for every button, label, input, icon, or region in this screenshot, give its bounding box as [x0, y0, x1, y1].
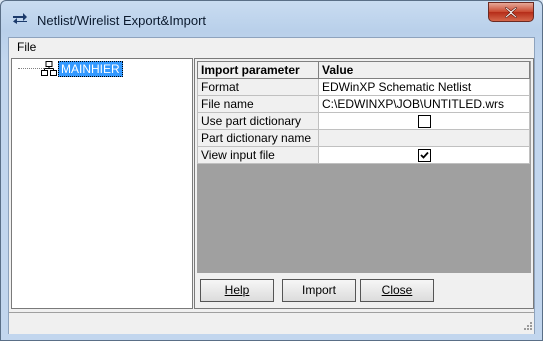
- help-button-label: Help: [224, 283, 250, 297]
- checkmark-icon: [419, 152, 429, 159]
- file-name-value[interactable]: C:\EDWINXP\JOB\UNTITLED.wrs: [318, 95, 530, 113]
- import-button[interactable]: Import: [282, 279, 356, 302]
- format-value[interactable]: EDWinXP Schematic Netlist: [318, 78, 530, 96]
- client-area: File MAINHIER Import parameter Value For…: [8, 37, 535, 334]
- menu-file[interactable]: File: [15, 40, 38, 54]
- resize-grip-icon[interactable]: [521, 321, 533, 333]
- table-row: Use part dictionary: [197, 112, 530, 130]
- close-button-label: Close: [381, 283, 413, 297]
- use-part-dictionary-checkbox[interactable]: [417, 115, 431, 129]
- row-label-use-part-dictionary: Use part dictionary: [197, 112, 319, 130]
- hierarchy-tree[interactable]: MAINHIER: [11, 58, 193, 309]
- column-header-value: Value: [318, 61, 530, 79]
- table-row: View input file: [197, 146, 530, 164]
- status-bar: [9, 312, 534, 334]
- help-button[interactable]: Help: [200, 279, 274, 302]
- swap-arrows-icon: [13, 13, 27, 24]
- table-row: Format EDWinXP Schematic Netlist: [197, 78, 530, 96]
- use-part-dictionary-cell: [318, 112, 530, 130]
- close-button[interactable]: Close: [360, 279, 434, 302]
- row-label-file-name: File name: [197, 95, 319, 113]
- parameters-panel: Import parameter Value Format EDWinXP Sc…: [194, 58, 534, 309]
- row-label-view-input-file: View input file: [197, 146, 319, 164]
- menu-bar: File: [9, 38, 534, 56]
- part-dictionary-name-value[interactable]: [318, 129, 530, 147]
- row-label-format: Format: [197, 78, 319, 96]
- view-input-file-checkbox[interactable]: [417, 149, 431, 163]
- view-input-file-cell: [318, 146, 530, 164]
- dialog-window: Netlist/Wirelist Export&Import File MAIN…: [0, 0, 543, 341]
- parameters-grid: Import parameter Value Format EDWinXP Sc…: [197, 61, 531, 273]
- parameters-table: Import parameter Value Format EDWinXP Sc…: [197, 61, 530, 164]
- column-header-parameter: Import parameter: [197, 61, 319, 79]
- table-header-row: Import parameter Value: [197, 61, 530, 79]
- table-row: File name C:\EDWINXP\JOB\UNTITLED.wrs: [197, 95, 530, 113]
- close-window-button[interactable]: [488, 2, 534, 22]
- title-bar[interactable]: Netlist/Wirelist Export&Import: [1, 1, 542, 37]
- close-icon: [505, 7, 517, 18]
- import-button-label: Import: [301, 283, 336, 297]
- hierarchy-icon: [41, 61, 57, 76]
- window-title: Netlist/Wirelist Export&Import: [37, 13, 207, 28]
- tree-item-mainhier[interactable]: MAINHIER: [58, 61, 123, 77]
- row-label-part-dictionary-name: Part dictionary name: [197, 129, 319, 147]
- table-row: Part dictionary name: [197, 129, 530, 147]
